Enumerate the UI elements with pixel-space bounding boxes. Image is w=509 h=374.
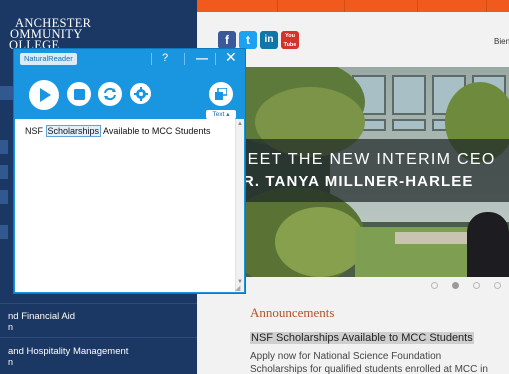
announcement-body: Apply now for National Science Foundatio… [250,350,500,374]
hero-headline: MEET THE NEW INTERIM CEO [235,151,496,168]
twitter-icon[interactable]: t [239,31,257,49]
loop-button[interactable] [98,82,122,106]
sidebar-nib [0,165,8,179]
reader-text-after: Available to MCC Students [101,126,211,136]
sidebar-nib [0,86,14,100]
resize-grip-icon[interactable]: ◢ [235,284,240,292]
facebook-icon[interactable]: f [218,31,236,49]
sidebar-item-hospitality-sub: n [8,357,14,367]
carousel-dot-3[interactable] [473,282,480,289]
ceo-portrait [467,212,509,277]
sidebar-item-hospitality[interactable]: and Hospitality Management [8,346,128,357]
college-logo[interactable]: ANCHESTER OMMUNITY OLLEGE [0,17,196,52]
top-nav-bar [197,0,509,12]
play-icon [40,88,51,102]
close-button[interactable]: ✕ [225,49,237,66]
carousel-dot-1[interactable] [431,282,438,289]
carousel-dot-2[interactable] [452,282,459,289]
naturalreader-logo: NaturalReader [20,53,77,65]
restore-window-button[interactable] [209,82,233,106]
hero-caption-backdrop [235,139,509,202]
text-tab[interactable]: Text ▴ [206,110,236,119]
announcement-body-line: Scholarships for qualified students enro… [250,364,488,374]
naturalreader-window[interactable]: NaturalReader ? — ✕ Text ▴ NSF Scholarsh… [13,48,246,294]
restore-window-icon [215,88,227,100]
announcement-headline[interactable]: NSF Scholarships Available to MCC Studen… [250,332,474,344]
sidebar-item-financial-aid[interactable]: nd Financial Aid [8,311,75,322]
sidebar-divider [0,337,197,338]
reader-scrollbar[interactable]: ▲ ▼ [235,119,244,292]
scroll-up-icon[interactable]: ▲ [237,121,243,127]
language-link[interactable]: Bien [494,37,509,46]
gear-icon [133,86,148,101]
sidebar-nib [0,190,8,204]
minimize-button[interactable]: — [196,51,208,65]
titlebar-divider [215,53,216,65]
carousel-dot-4[interactable] [494,282,501,289]
reader-text-panel[interactable]: NSF Scholarships Available to MCC Studen… [15,119,244,292]
titlebar-divider [151,53,152,65]
titlebar-divider [184,53,185,65]
sidebar-nib [0,225,8,239]
announcement-body-line: Apply now for National Science Foundatio… [250,351,442,362]
play-button[interactable] [29,80,59,110]
reader-current-word: Scholarships [45,125,102,137]
announcements-heading: Announcements [250,305,335,320]
loop-icon [104,87,116,101]
reader-text-before: NSF [25,126,46,136]
screen: ANCHESTER OMMUNITY OLLEGE nd Financial A… [0,0,509,374]
stop-button[interactable] [67,82,91,106]
hero-banner[interactable]: MEET THE NEW INTERIM CEO DR. TANYA MILLN… [235,67,509,277]
sidebar-nib [0,140,8,154]
sidebar-item-financial-aid-sub: n [8,322,14,332]
reader-text: NSF Scholarships Available to MCC Studen… [25,125,211,137]
sidebar-divider [0,303,197,304]
linkedin-icon[interactable]: in [260,31,278,49]
help-button[interactable]: ? [162,52,168,64]
stop-icon [73,88,85,100]
hero-name: DR. TANYA MILLNER-HARLEE [235,173,474,190]
settings-button[interactable] [130,83,151,104]
youtube-icon[interactable]: You Tube [281,31,299,49]
